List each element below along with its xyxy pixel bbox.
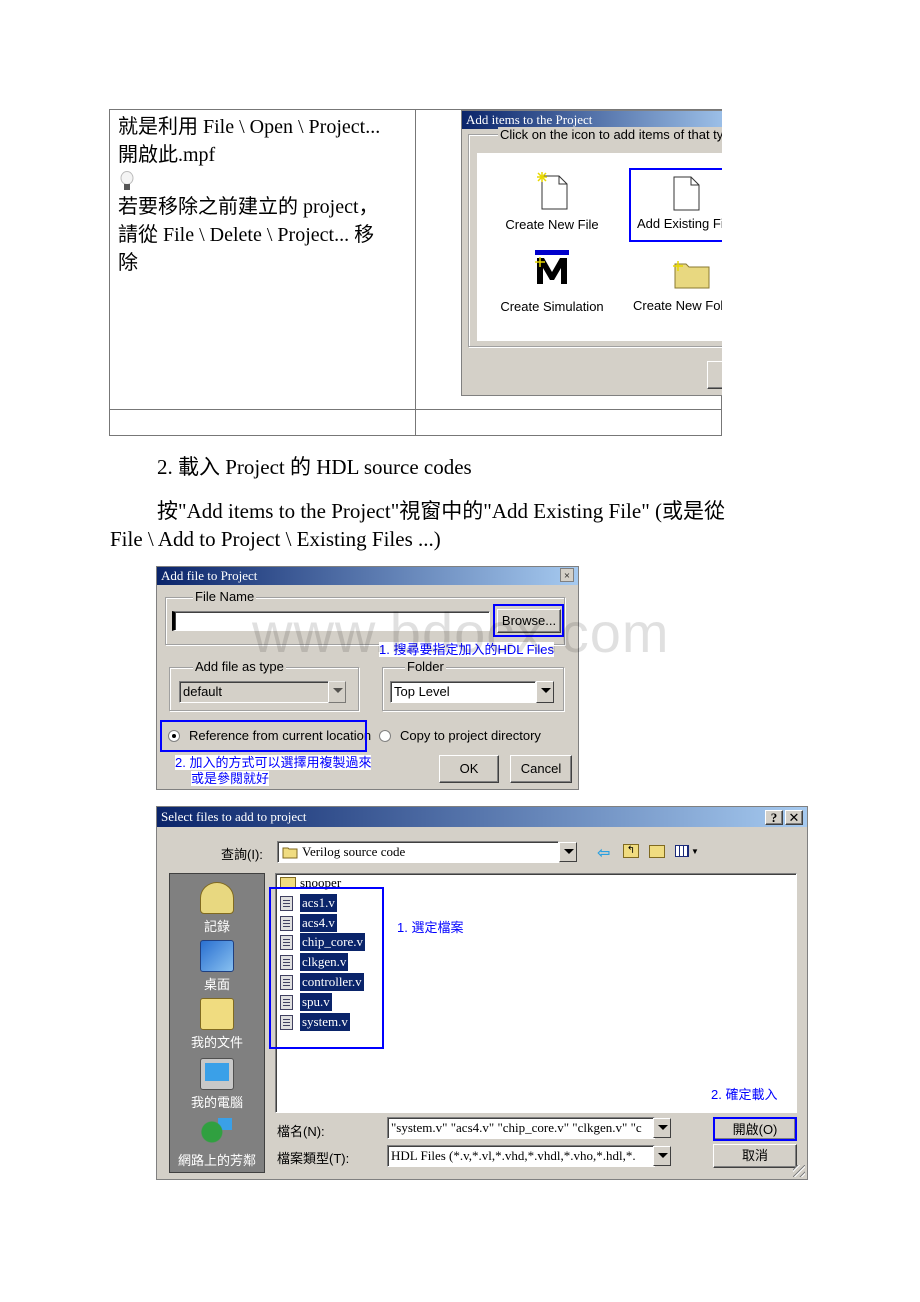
copy-radio-label[interactable]: Copy to project directory xyxy=(400,728,541,743)
place-my-documents[interactable]: 我的文件 xyxy=(170,998,264,1051)
new-folder-icon xyxy=(673,261,710,289)
lightbulb-icon xyxy=(118,169,407,193)
files-highlight xyxy=(269,887,384,1049)
new-folder-icon[interactable] xyxy=(649,845,665,858)
add-items-group-label: Click on the icon to add items of that t… xyxy=(498,127,722,142)
place-desktop[interactable]: 桌面 xyxy=(170,940,264,993)
mode-annotation-line2: 或是參閱就好 xyxy=(191,771,270,786)
add-file-title-text: Add file to Project xyxy=(161,568,258,583)
close-button[interactable]: ✕ xyxy=(785,810,803,825)
view-menu-icon[interactable] xyxy=(675,845,689,857)
open-button[interactable]: 開啟(O) xyxy=(713,1117,797,1141)
cell-line: 開啟此.mpf xyxy=(118,144,216,166)
folder-dropdown-arrow[interactable] xyxy=(536,681,554,703)
cancel-button[interactable]: 取消 xyxy=(713,1144,797,1168)
copy-radio[interactable] xyxy=(379,730,391,742)
modelsim-icon xyxy=(535,250,569,284)
place-label: 我的電腦 xyxy=(190,1095,243,1110)
folder-select[interactable]: Top Level xyxy=(390,681,536,703)
select-files-title-text: Select files to add to project xyxy=(161,809,307,824)
add-items-close-button[interactable] xyxy=(707,361,722,389)
new-file-icon xyxy=(537,172,568,210)
file-type-label: 檔案類型(T): xyxy=(277,1151,350,1166)
history-icon xyxy=(200,882,234,914)
place-label: 記錄 xyxy=(203,919,230,934)
places-bar: 記錄 桌面 我的文件 我的電腦 網路上的芳鄰 xyxy=(169,873,265,1173)
instruction-line-1: 按"Add items to the Project"視窗中的"Add Exis… xyxy=(157,499,726,523)
network-icon xyxy=(200,1116,234,1148)
file-icon xyxy=(673,176,700,211)
add-file-title: Add file to Project × xyxy=(157,567,578,585)
cancel-button[interactable]: Cancel xyxy=(510,755,572,783)
file-name-input[interactable]: "system.v" "acs4.v" "chip_core.v" "clkge… xyxy=(387,1117,655,1139)
section-heading: 2. 載入 Project 的 HDL source codes xyxy=(157,455,472,479)
watermark: www.bdocx.com xyxy=(252,601,670,664)
create-new-file-label: Create New File xyxy=(505,217,599,232)
select-files-annotation: 1. 選定檔案 xyxy=(397,920,464,935)
place-label: 我的文件 xyxy=(190,1035,243,1050)
add-items-panel: Create New File Add Existing File xyxy=(477,153,722,341)
instruction-line-2: File \ Add to Project \ Existing Files .… xyxy=(110,527,441,551)
look-in-value: Verilog source code xyxy=(302,844,406,859)
file-type-select[interactable]: HDL Files (*.v,*.vl,*.vhd,*.vhdl,*.vho,*… xyxy=(387,1145,655,1167)
table-cell-empty xyxy=(110,410,416,436)
look-in-dropdown-arrow[interactable] xyxy=(559,842,577,862)
file-name-label: 檔名(N): xyxy=(277,1124,325,1139)
view-menu-arrow[interactable]: ▼ xyxy=(691,847,699,856)
place-history[interactable]: 記錄 xyxy=(170,882,264,935)
resize-grip[interactable] xyxy=(793,1165,805,1177)
table-cell-instructions: 就是利用 File \ Open \ Project... 開啟此.mpf 若要… xyxy=(110,110,416,410)
mode-annotation-line1: 2. 加入的方式可以選擇用複製過來 xyxy=(175,755,372,770)
back-icon[interactable]: ⇦ xyxy=(597,843,610,863)
file-name-label: File Name xyxy=(193,589,257,604)
create-new-folder-item[interactable]: Create New Folder xyxy=(627,248,722,338)
document-table: 就是利用 File \ Open \ Project... 開啟此.mpf 若要… xyxy=(109,109,722,436)
ok-button[interactable]: OK xyxy=(439,755,499,783)
cell-line: 就是利用 File \ Open \ Project... xyxy=(118,116,381,138)
cell-line: 除 xyxy=(118,252,138,274)
cell-line: 請從 File \ Delete \ Project... 移 xyxy=(118,224,375,246)
create-simulation-item[interactable]: Create Simulation xyxy=(477,248,627,338)
look-in-label: 查詢(I): xyxy=(221,847,263,862)
close-icon[interactable]: × xyxy=(560,568,574,582)
file-name-dropdown-arrow[interactable] xyxy=(653,1118,671,1138)
cell-line: 若要移除之前建立的 project， xyxy=(118,196,379,218)
my-computer-icon xyxy=(200,1058,234,1090)
file-type-dropdown-arrow[interactable] xyxy=(653,1146,671,1166)
select-files-title: Select files to add to project ? ✕ xyxy=(157,807,807,827)
reference-highlight xyxy=(160,720,367,752)
place-network[interactable]: 網路上的芳鄰 xyxy=(170,1116,264,1169)
add-existing-file-label: Add Existing File xyxy=(637,216,722,231)
place-label: 網路上的芳鄰 xyxy=(177,1153,256,1168)
select-files-dialog: Select files to add to project ? ✕ 查詢(I)… xyxy=(156,806,808,1180)
place-my-computer[interactable]: 我的電腦 xyxy=(170,1058,264,1111)
my-documents-icon xyxy=(200,998,234,1030)
add-items-dialog: Add items to the Project Click on the ic… xyxy=(461,110,722,396)
look-in-select[interactable]: Verilog source code xyxy=(277,841,559,863)
type-select[interactable]: default xyxy=(179,681,329,703)
table-cell-screenshot: Add items to the Project Click on the ic… xyxy=(416,110,722,410)
help-button[interactable]: ? xyxy=(765,810,783,825)
confirm-annotation: 2. 確定載入 xyxy=(711,1087,778,1102)
create-new-file-item[interactable]: Create New File xyxy=(477,153,617,243)
folder-icon xyxy=(282,847,298,859)
type-dropdown-arrow[interactable] xyxy=(328,681,346,703)
place-label: 桌面 xyxy=(203,977,230,992)
create-simulation-label: Create Simulation xyxy=(500,299,604,314)
create-new-folder-label: Create New Folder xyxy=(633,298,722,313)
up-folder-icon[interactable]: ↰ xyxy=(623,844,639,858)
desktop-icon xyxy=(200,940,234,972)
add-existing-file-item[interactable]: Add Existing File xyxy=(629,168,722,242)
